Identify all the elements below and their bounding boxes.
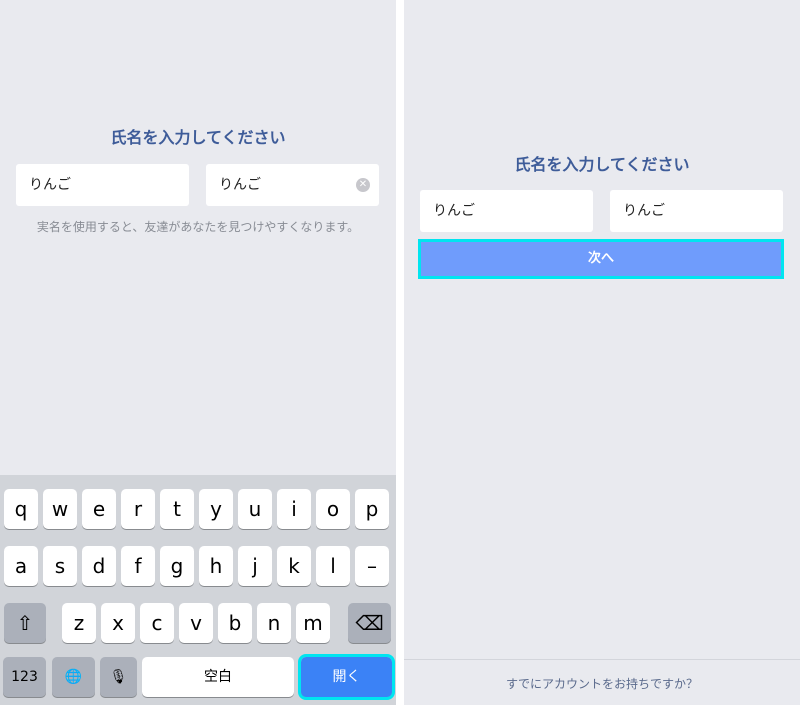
next-button[interactable]: 次へ — [418, 239, 784, 279]
globe-icon[interactable]: 🌐 — [52, 657, 95, 697]
key-l[interactable]: l — [316, 546, 350, 586]
key-m[interactable]: m — [296, 603, 330, 643]
key-s[interactable]: s — [43, 546, 77, 586]
key-x[interactable]: x — [101, 603, 135, 643]
key-f[interactable]: f — [121, 546, 155, 586]
last-name-field[interactable]: りんご — [16, 164, 189, 206]
last-name-field[interactable]: りんご — [420, 190, 593, 232]
key-h[interactable]: h — [199, 546, 233, 586]
key-i[interactable]: i — [277, 489, 311, 529]
first-name-value: りんご — [219, 177, 261, 193]
page-title: 氏名を入力してください — [514, 155, 690, 174]
clear-icon[interactable]: ✕ — [356, 178, 370, 192]
key-n[interactable]: n — [257, 603, 291, 643]
key-j[interactable]: j — [238, 546, 272, 586]
numbers-key[interactable]: 123 — [3, 657, 46, 697]
key-r[interactable]: r — [121, 489, 155, 529]
key-c[interactable]: c — [140, 603, 174, 643]
keyboard: qwertyuiop a s d f g h j k l – zxcvbnm ⇧ ⌫ 123 🌐 … — [0, 475, 396, 705]
first-name-field[interactable]: りんご ✕ — [206, 164, 379, 206]
existing-account-link[interactable]: すでにアカウントをお持ちですか？ — [404, 675, 800, 692]
key-b[interactable]: b — [218, 603, 252, 643]
key-p[interactable]: p — [355, 489, 389, 529]
key-a[interactable]: a — [4, 546, 38, 586]
page-title: 氏名を入力してください — [110, 128, 286, 147]
key-z[interactable]: z — [62, 603, 96, 643]
left-screen: 氏名を入力してください りんご りんご ✕ 実名を使用すると、友達があなたを見つ… — [0, 0, 396, 705]
footer-divider — [404, 659, 800, 660]
space-key[interactable]: 空白 — [142, 657, 294, 697]
first-name-field[interactable]: りんご — [610, 190, 783, 232]
microphone-icon[interactable]: 🎙 — [100, 657, 137, 697]
key-o[interactable]: o — [316, 489, 350, 529]
key-w[interactable]: w — [43, 489, 77, 529]
open-key[interactable]: 開く — [298, 654, 395, 700]
key-g[interactable]: g — [160, 546, 194, 586]
key-dash[interactable]: – — [355, 546, 389, 586]
right-screen: 氏名を入力してください りんご りんご 次へ すでにアカウントをお持ちですか？ — [404, 0, 800, 705]
key-y[interactable]: y — [199, 489, 233, 529]
key-q[interactable]: q — [4, 489, 38, 529]
key-t[interactable]: t — [160, 489, 194, 529]
key-e[interactable]: e — [82, 489, 116, 529]
shift-key[interactable]: ⇧ — [4, 603, 46, 643]
key-d[interactable]: d — [82, 546, 116, 586]
key-k[interactable]: k — [277, 546, 311, 586]
backspace-key[interactable]: ⌫ — [348, 603, 391, 643]
real-name-hint: 実名を使用すると、友達があなたを見つけやすくなります。 — [36, 220, 360, 234]
key-v[interactable]: v — [179, 603, 213, 643]
key-u[interactable]: u — [238, 489, 272, 529]
